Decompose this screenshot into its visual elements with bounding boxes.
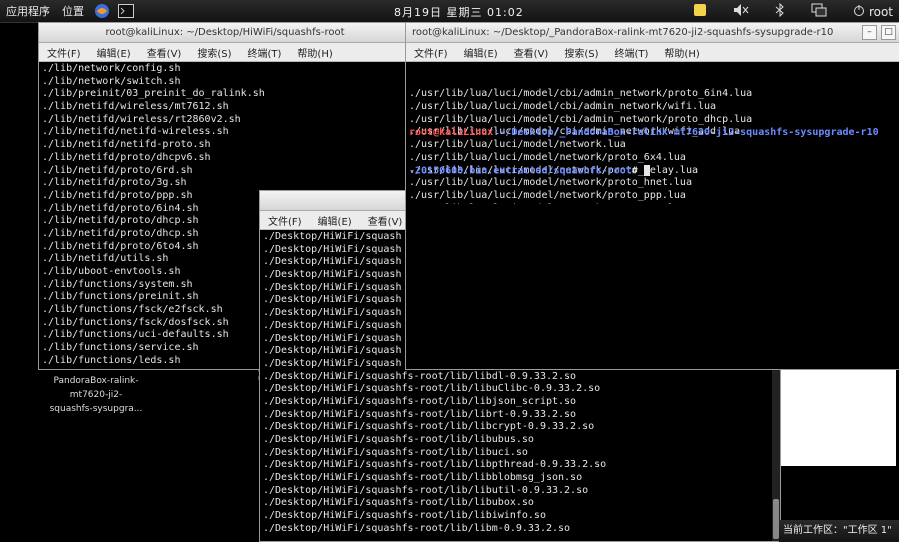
prompt-path-continued: -20150608.bin.extracted/squashfs-root bbox=[409, 165, 632, 177]
prompt-user: root@kaliLinux bbox=[409, 126, 494, 138]
prompt-hash: # bbox=[631, 165, 644, 177]
terminal-line: ./lib/preinit/03_preinit_do_ralink.sh bbox=[42, 88, 265, 100]
prompt-path: :~/Desktop/_PandoraBox-ralink-mt7620-ji2… bbox=[493, 126, 879, 138]
menu-help[interactable]: 帮助(H) bbox=[289, 45, 340, 60]
notification-icon[interactable] bbox=[693, 3, 707, 20]
menu-view[interactable]: 查看(V) bbox=[139, 45, 190, 60]
terminal-window-right[interactable]: root@kaliLinux: ~/Desktop/_PandoraBox-ra… bbox=[405, 22, 899, 370]
workspace-indicator[interactable]: 当前工作区："工作区 1" bbox=[779, 520, 899, 542]
places-menu[interactable]: 位置 bbox=[56, 3, 90, 19]
clock[interactable]: 8月19日 星期三 01:02 bbox=[394, 4, 524, 20]
desktop-file-label-line: squashfs-sysupgra... bbox=[49, 404, 143, 414]
minimize-icon[interactable]: – bbox=[862, 25, 877, 40]
terminal-line: ./usr/lib/lua/luci/model/network.lua bbox=[409, 139, 626, 151]
terminal-line: ./usr/lib/lua/luci/model/cbi/admin_netwo… bbox=[409, 88, 753, 100]
applications-menu[interactable]: 应用程序 bbox=[0, 3, 56, 19]
terminal-line: ./lib/netifd/netifd-proto.sh bbox=[42, 139, 211, 151]
terminal-line: ./Desktop/HiWiFi/squashfs-root/lib/libuC… bbox=[263, 383, 601, 395]
terminal-line: ./Desktop/HiWiFi/squashfs-root/lib/libub… bbox=[263, 497, 534, 509]
user-menu[interactable]: root bbox=[853, 4, 893, 19]
terminal-line: ./Desktop/HiWiFi/squashfs-root/lib/libpt… bbox=[263, 459, 607, 471]
window-titlebar[interactable]: root@kaliLinux: ~/Desktop/_PandoraBox-ra… bbox=[406, 23, 899, 43]
terminal-line: ./Desktop/HiWiFi/squashfs-root/lib/libdl… bbox=[263, 370, 577, 382]
terminal-line: ./Desktop/HiWiFi/squashfs-root/lib/libuc… bbox=[263, 446, 528, 458]
terminal-line: ./lib/netifd/wireless/rt2860v2.sh bbox=[42, 113, 241, 125]
menu-search[interactable]: 搜索(S) bbox=[189, 45, 239, 60]
terminal-line: ./Desktop/HiWiFi/squashfs-root/lib/libbl… bbox=[263, 472, 583, 484]
terminal-line: ./usr/lib/lua/luci/model/cbi/admin_netwo… bbox=[409, 113, 753, 125]
menu-view[interactable]: 查看(V) bbox=[360, 213, 411, 228]
power-icon bbox=[854, 5, 865, 16]
volume-muted-icon[interactable] bbox=[733, 3, 749, 20]
user-name: root bbox=[868, 5, 893, 19]
top-panel: 应用程序 位置 8月19日 星期三 01:02 root bbox=[0, 0, 899, 23]
terminal-line: ./usr/lib/lua/luci/model/cbi/admin_netwo… bbox=[409, 101, 717, 113]
menu-edit[interactable]: 编辑(E) bbox=[456, 45, 506, 60]
terminal-line: ./lib/netifd/proto/3g.sh bbox=[42, 177, 187, 189]
terminal-line: ./lib/netifd/netifd-wireless.sh bbox=[42, 126, 229, 138]
terminal-line: ./usr/lib/lua/luci/model/network/proto_4… bbox=[409, 203, 897, 204]
browser-icon[interactable] bbox=[94, 4, 110, 18]
menu-file[interactable]: 文件(F) bbox=[406, 45, 456, 60]
menu-view[interactable]: 查看(V) bbox=[506, 45, 557, 60]
menu-file[interactable]: 文件(F) bbox=[260, 213, 310, 228]
terminal-line: ./lib/netifd/proto/dhcpv6.sh bbox=[42, 151, 211, 163]
window-title: root@kaliLinux: ~/Desktop/_PandoraBox-ra… bbox=[412, 27, 834, 38]
menu-edit[interactable]: 编辑(E) bbox=[89, 45, 139, 60]
window-title[interactable]: root@kaliLinux: ~/Desktop/HiWiFi/squashf… bbox=[39, 23, 411, 43]
terminal-line: ./usr/lib/lua/luci/model/network/proto_h… bbox=[409, 177, 692, 189]
terminal-output[interactable]: ./usr/lib/lua/luci/model/cbi/admin_netwo… bbox=[406, 62, 899, 203]
terminal-line: ./lib/network/switch.sh bbox=[42, 75, 181, 87]
menu-terminal[interactable]: 终端(T) bbox=[240, 45, 290, 60]
window-controls: – □ bbox=[862, 25, 896, 40]
menu-edit[interactable]: 编辑(E) bbox=[310, 213, 360, 228]
terminal-line: ./lib/netifd/wireless/mt7612.sh bbox=[42, 101, 229, 113]
terminal-line: ./Desktop/HiWiFi/squashfs-root/lib/libjs… bbox=[263, 395, 577, 407]
terminal-line: ./lib/network/config.sh bbox=[42, 63, 181, 74]
menu-file[interactable]: 文件(F) bbox=[39, 45, 89, 60]
terminal-line: ./lib/netifd/proto/6rd.sh bbox=[42, 164, 193, 176]
terminal-line: ./Desktop/HiWiFi/squashfs-root/lib/librt… bbox=[263, 408, 577, 420]
terminal-line: ./Desktop/HiWiFi/squashfs-root/lib/libm-… bbox=[263, 522, 571, 534]
terminal-line: ./Desktop/HiWiFi/squashfs-root/lib/libut… bbox=[263, 484, 589, 496]
menu-help[interactable]: 帮助(H) bbox=[656, 45, 707, 60]
terminal-launcher-icon[interactable] bbox=[118, 4, 134, 18]
text-cursor bbox=[643, 164, 650, 176]
system-tray: root bbox=[693, 2, 893, 20]
network-icon[interactable] bbox=[811, 3, 827, 20]
menu-bar: 文件(F) 编辑(E) 查看(V) 搜索(S) 终端(T) 帮助(H) bbox=[406, 43, 899, 62]
terminal-line: ./usr/lib/lua/luci/model/network/proto_p… bbox=[409, 189, 686, 201]
terminal-lines: ./usr/lib/lua/luci/model/cbi/admin_netwo… bbox=[409, 88, 897, 203]
menu-terminal[interactable]: 终端(T) bbox=[607, 45, 657, 60]
desktop-file-label-line: PandoraBox-ralink- bbox=[53, 376, 139, 386]
prompt-line: root@kaliLinux:~/Desktop/_PandoraBox-ral… bbox=[409, 127, 897, 140]
desktop-file-label-line: mt7620-ji2- bbox=[69, 390, 123, 400]
bluetooth-icon[interactable] bbox=[775, 2, 785, 20]
desktop-file-label[interactable]: PandoraBox-ralink- mt7620-ji2- squashfs-… bbox=[46, 374, 146, 416]
terminal-line: ./Desktop/HiWiFi/squashfs-root/lib/libub… bbox=[263, 434, 534, 445]
terminal-line: ./usr/lib/lua/luci/model/network/proto_6… bbox=[409, 151, 686, 163]
menu-bar: 文件(F) 编辑(E) 查看(V) 搜索(S) 终端(T) 帮助(H) bbox=[39, 43, 411, 62]
terminal-line: ./Desktop/HiWiFi/squashfs-root/lib/libiw… bbox=[263, 510, 546, 522]
menu-search[interactable]: 搜索(S) bbox=[556, 45, 606, 60]
maximize-icon[interactable]: □ bbox=[881, 25, 896, 40]
terminal-line: ./Desktop/HiWiFi/squashfs-root/lib/libcr… bbox=[263, 421, 595, 433]
